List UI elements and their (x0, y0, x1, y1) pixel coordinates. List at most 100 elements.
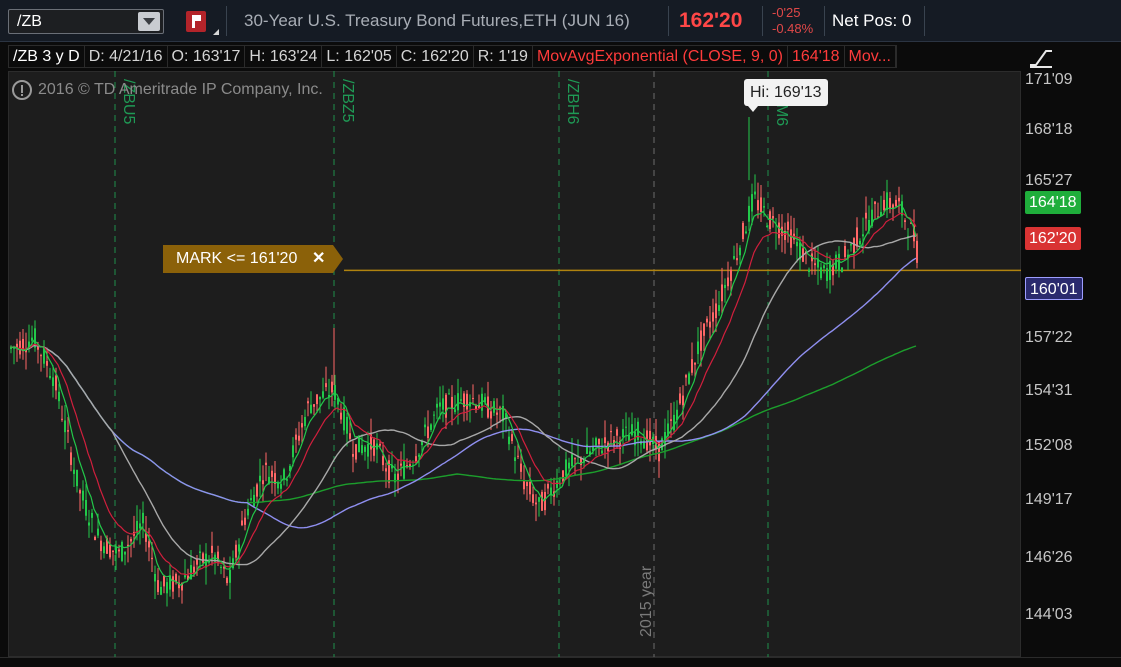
bar-low: L: 162'05 (322, 46, 397, 67)
candle (220, 564, 222, 575)
candle-body (733, 256, 735, 259)
ohlc-bar: /ZB 3 y D D: 4/21/16 O: 163'17 H: 163'24… (8, 45, 897, 68)
candle-body (523, 480, 525, 490)
study-more[interactable]: Mov... (845, 46, 896, 67)
candle-body (61, 418, 63, 420)
candle (745, 225, 747, 235)
candle (34, 320, 36, 352)
price-mark-tag[interactable]: MARK <= 161'20 ✕ (163, 245, 343, 273)
candle (163, 575, 165, 594)
toolbar-divider (824, 6, 825, 36)
candle-body (154, 573, 156, 582)
candle (802, 235, 804, 263)
candle (436, 397, 438, 420)
candle-body (727, 277, 729, 287)
candle-body (595, 438, 597, 446)
candle (154, 565, 156, 600)
candle-body (67, 430, 69, 432)
price-axis[interactable]: 171'09 168'18 165'27 164'18 162'20 160'0… (1021, 71, 1121, 657)
close-icon[interactable]: ✕ (312, 245, 325, 273)
candle (325, 366, 327, 392)
candle-body (556, 480, 558, 488)
candle (679, 386, 681, 405)
candle-body (340, 412, 342, 420)
candle (247, 498, 249, 520)
candle-body (823, 265, 825, 269)
candle (829, 255, 831, 294)
dropdown-arrow-icon[interactable] (138, 12, 160, 31)
candle (91, 508, 93, 533)
candle-body (889, 197, 891, 208)
candle-body (886, 192, 888, 210)
bar-high: H: 163'24 (245, 46, 323, 67)
candle-body (742, 222, 744, 240)
candle-body (352, 453, 354, 457)
candle-body (73, 469, 75, 474)
candle (301, 414, 303, 443)
candle-body (157, 580, 159, 593)
candle-body (745, 231, 747, 234)
candle-body (400, 463, 402, 466)
flag-icon[interactable] (186, 11, 206, 32)
candle-body (292, 445, 294, 458)
candle-body (382, 456, 384, 466)
chart-period[interactable]: /ZB 3 y D (9, 46, 85, 67)
candle (103, 542, 105, 559)
candle (823, 263, 825, 274)
candle (448, 388, 450, 395)
candle (769, 209, 771, 233)
candle (640, 438, 642, 454)
symbol-selector[interactable]: /ZB (8, 9, 164, 34)
bar-open: O: 163'17 (168, 46, 246, 67)
high-tooltip: Hi: 169'13 (744, 79, 828, 112)
candle-body (517, 455, 519, 457)
drawing-tool-icon[interactable] (1027, 45, 1055, 69)
axis-tick-label: 165'27 (1025, 172, 1073, 189)
candle-body (709, 321, 711, 328)
candle-body (796, 241, 798, 247)
candle (631, 412, 633, 437)
info-icon[interactable] (12, 80, 32, 100)
candle-body (196, 559, 198, 565)
candle-body (319, 396, 321, 400)
candle-body (439, 402, 441, 407)
candle-body (697, 341, 699, 355)
contract-label: /ZBH6 (564, 79, 581, 124)
candle (538, 496, 540, 517)
sma-medium-line (9, 257, 917, 529)
candle (625, 412, 627, 442)
candle (85, 484, 87, 521)
candle-body (442, 398, 444, 410)
candle (364, 445, 366, 461)
candle (373, 437, 375, 462)
corner-menu-icon[interactable] (213, 29, 219, 35)
candle (676, 400, 678, 430)
candle (139, 509, 141, 545)
candle (232, 550, 234, 570)
candle (58, 383, 60, 409)
chart-header: /ZB 3 y D D: 4/21/16 O: 163'17 H: 163'24… (0, 42, 1121, 71)
candle (43, 340, 45, 368)
candle (205, 543, 207, 585)
candle-body (685, 375, 687, 378)
time-scrollbar[interactable] (0, 657, 1121, 667)
candle (64, 405, 66, 450)
candle-body (466, 393, 468, 410)
candle-body (814, 263, 816, 266)
symbol-value: /ZB (17, 13, 42, 30)
candle-body (511, 434, 513, 442)
candle (241, 510, 243, 527)
candle (880, 195, 882, 217)
price-chart[interactable]: /ZBU5/ZBZ5/ZBH6/ZBM62015 year (8, 71, 1021, 657)
candle-body (238, 544, 240, 552)
candle (757, 182, 759, 219)
candle-body (673, 414, 675, 431)
candle (553, 477, 555, 506)
axis-tick-label: 154'31 (1025, 382, 1073, 399)
candle-body (115, 546, 117, 554)
candle-body (85, 499, 87, 516)
study-name[interactable]: MovAvgExponential (CLOSE, 9, 0) (533, 46, 788, 67)
candle-body (76, 469, 78, 487)
candle-body (142, 512, 144, 524)
candle (61, 405, 63, 422)
